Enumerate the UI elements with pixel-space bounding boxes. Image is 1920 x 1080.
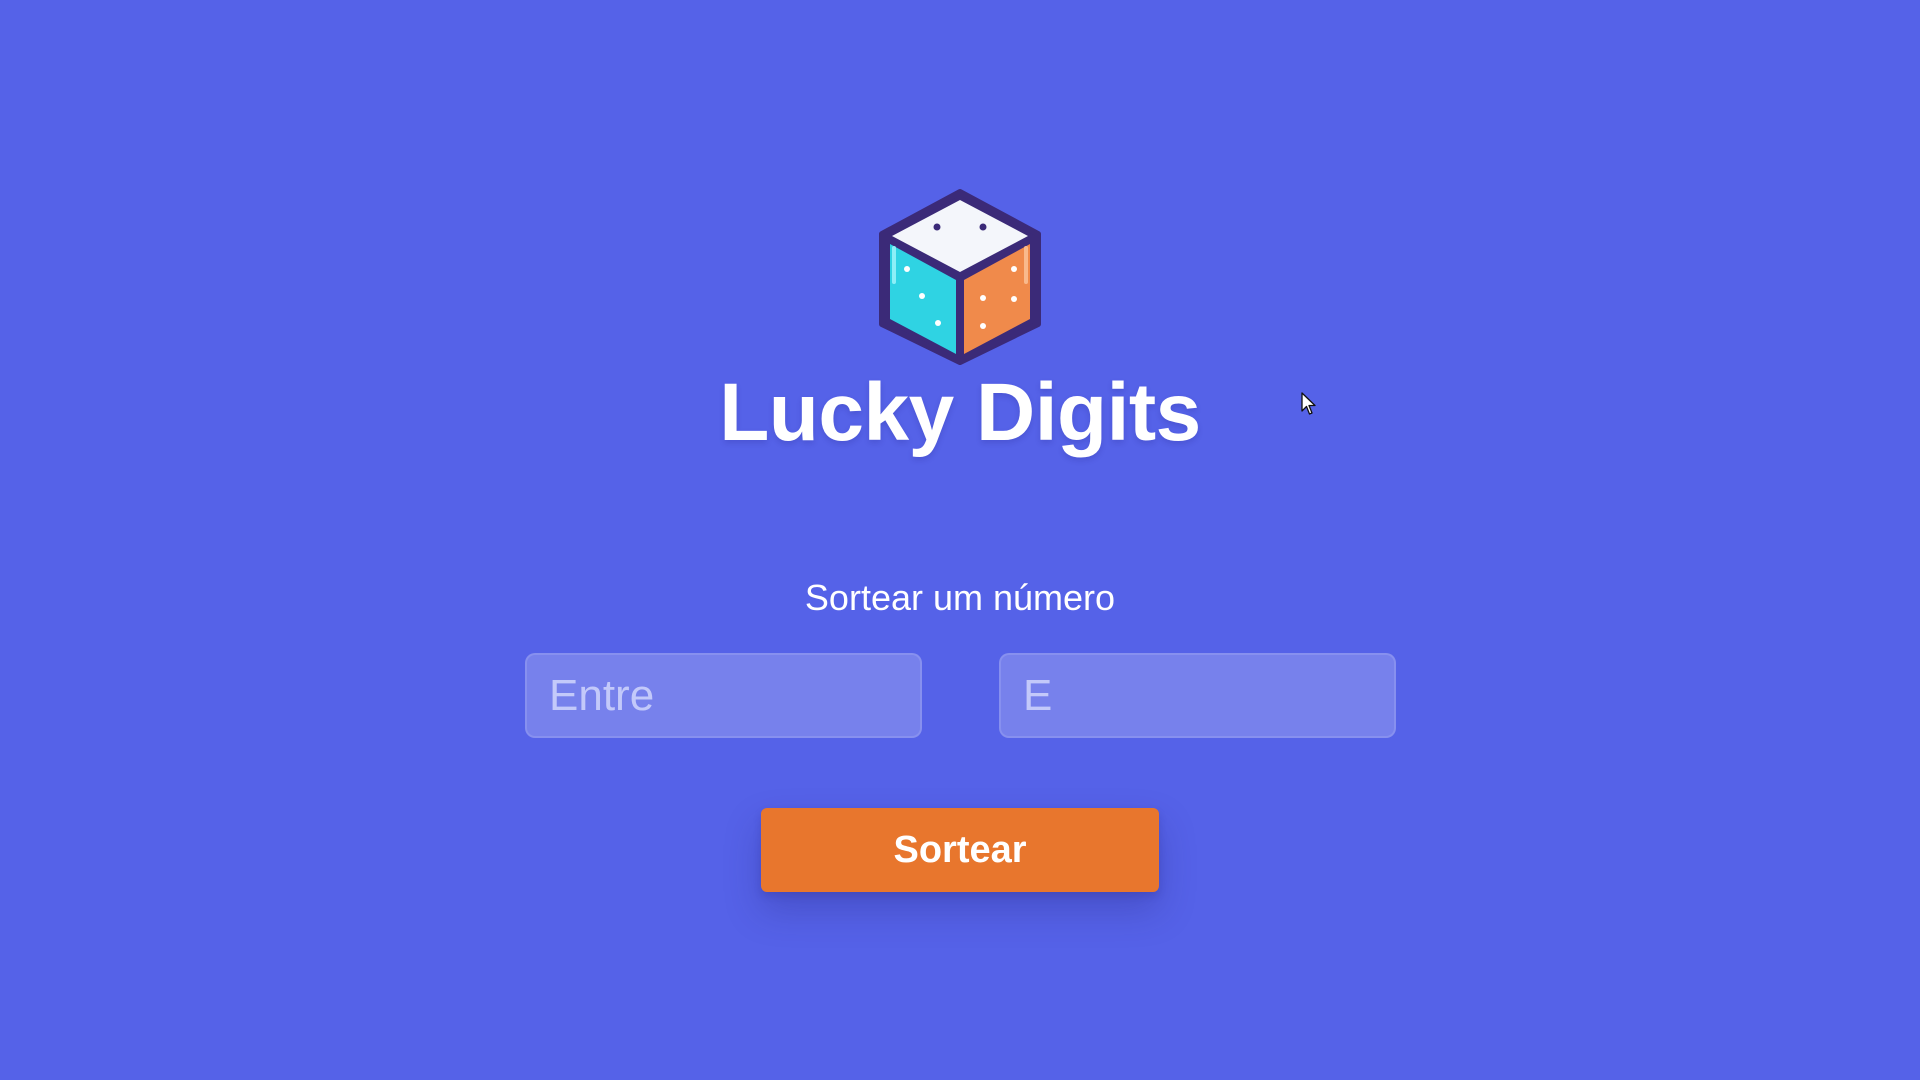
mouse-cursor-icon xyxy=(1301,392,1316,415)
dice-cube-icon xyxy=(879,189,1041,365)
app-title: Lucky Digits xyxy=(719,367,1201,458)
draw-button[interactable]: Sortear xyxy=(761,808,1159,892)
form-heading: Sortear um número xyxy=(804,577,1116,618)
min-number-input[interactable] xyxy=(525,653,922,738)
app-screen: Lucky Digits Sortear um número Sortear xyxy=(0,0,1920,1080)
max-number-input[interactable] xyxy=(999,653,1396,738)
